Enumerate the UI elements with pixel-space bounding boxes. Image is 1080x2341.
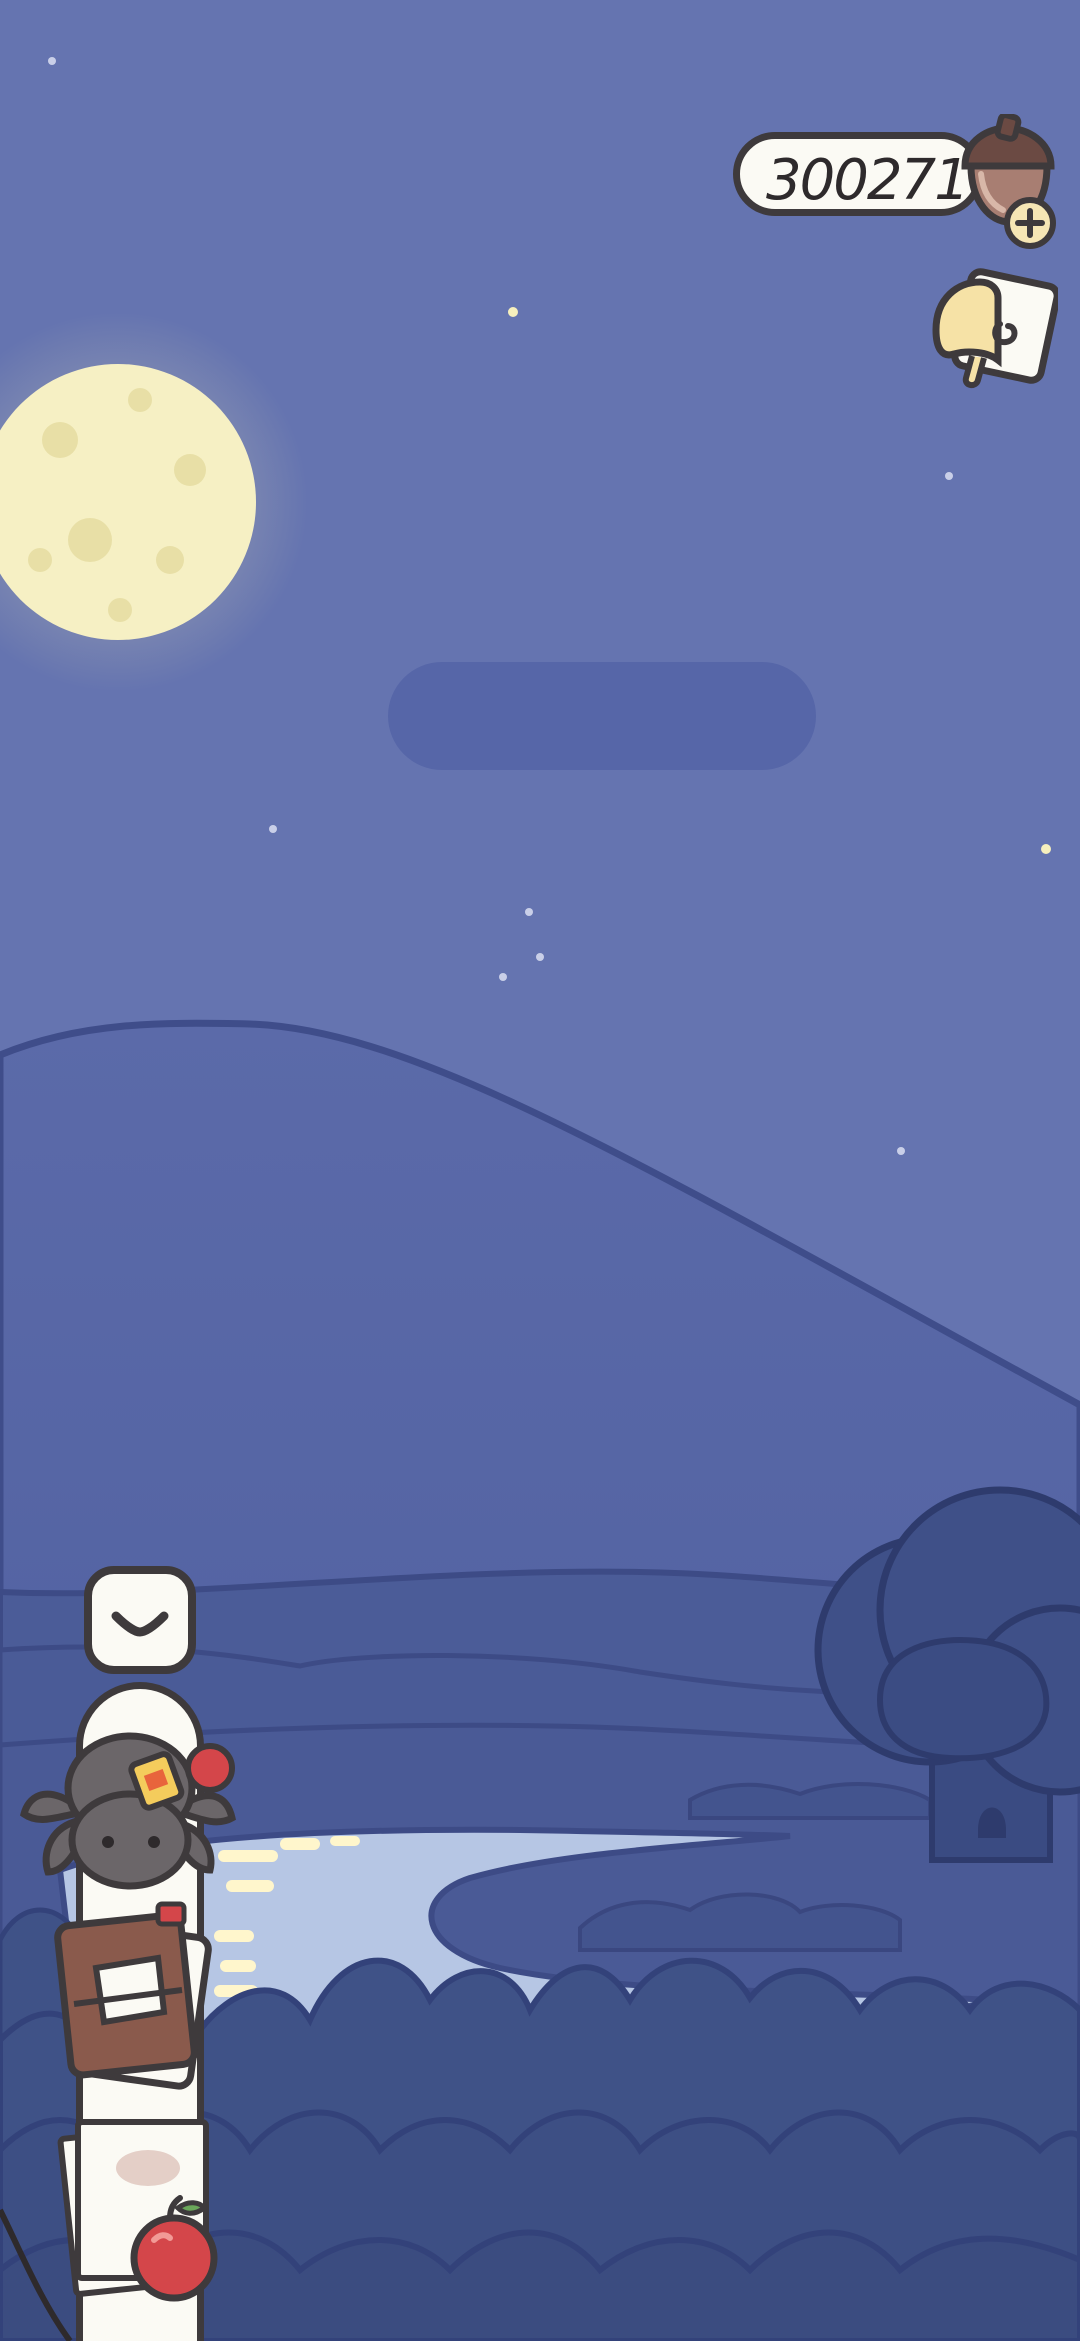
acorn-count: 300271 (766, 148, 970, 213)
menu-item-letters[interactable] (54, 2108, 244, 2308)
letter-notes-icon (932, 268, 1058, 388)
chevron-down-icon (111, 1611, 169, 1637)
letter-apple-icon (57, 2119, 218, 2302)
cloud (388, 662, 816, 770)
add-acorns-button[interactable] (1003, 196, 1057, 250)
journal-book-icon (54, 1901, 212, 2090)
notes-button[interactable] (928, 268, 1058, 392)
game-scene: 300271 (0, 0, 1080, 2341)
side-menu (0, 1560, 260, 2341)
menu-item-journal[interactable] (54, 1900, 224, 2090)
spider-icon (20, 1732, 236, 1890)
acorn-count-pill: 300271 (733, 132, 983, 216)
collapse-menu-button[interactable] (84, 1566, 196, 1674)
plus-icon (1004, 197, 1056, 249)
acorn-counter[interactable]: 300271 (733, 114, 1063, 249)
menu-item-spider[interactable] (14, 1714, 244, 1894)
